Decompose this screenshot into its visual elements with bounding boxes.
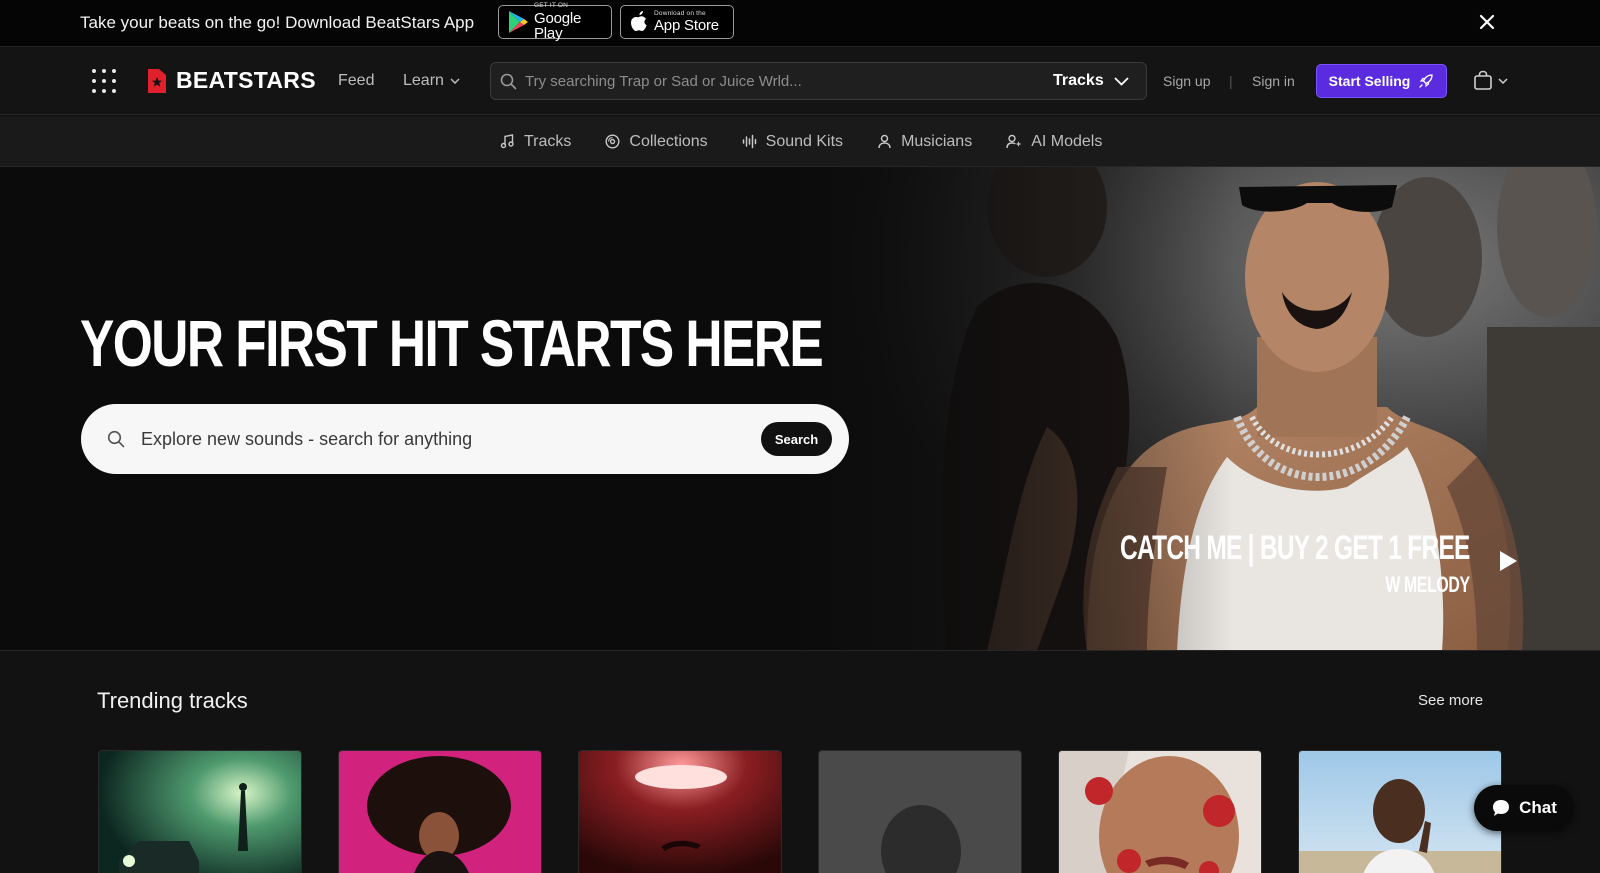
category-ai-models[interactable]: AI Models [1006, 133, 1102, 151]
start-selling-label: Start Selling [1328, 73, 1411, 89]
beatstars-logo-icon [148, 68, 166, 93]
search-type-dropdown[interactable]: Tracks [1053, 72, 1129, 90]
waveform-icon [742, 134, 756, 149]
chevron-down-icon [1114, 76, 1129, 86]
cart-menu[interactable] [1473, 70, 1508, 91]
track-artwork-image [579, 751, 781, 873]
google-play-small: GET IT ON [534, 2, 569, 10]
search-type-label: Tracks [1053, 72, 1104, 89]
beatstars-logo[interactable]: BEATSTARS [146, 67, 316, 94]
chat-bubble-icon [1493, 800, 1510, 816]
music-note-icon [500, 134, 514, 149]
rocket-icon [1419, 74, 1433, 88]
see-more-link[interactable]: See more [1418, 692, 1483, 709]
sign-up-link[interactable]: Sign up [1163, 73, 1210, 89]
track-card-artwork[interactable] [818, 750, 1022, 873]
hero-title: YOUR FIRST HIT STARTS HERE [80, 306, 824, 380]
track-card-artwork[interactable] [578, 750, 782, 873]
apps-grid-icon[interactable] [92, 69, 116, 93]
featured-promo-caption[interactable]: CATCH ME | BUY 2 GET 1 FREE W MELODY [984, 529, 1470, 598]
apple-icon [631, 11, 647, 31]
category-musicians[interactable]: Musicians [877, 133, 972, 151]
chevron-down-icon [450, 78, 460, 84]
category-label: Musicians [901, 132, 973, 150]
category-sound-kits[interactable]: Sound Kits [742, 133, 843, 151]
sign-in-link[interactable]: Sign in [1252, 73, 1295, 89]
person-icon [878, 134, 891, 149]
nav-learn[interactable]: Learn [403, 72, 460, 90]
category-label: Sound Kits [765, 132, 844, 150]
nav-feed[interactable]: Feed [338, 72, 374, 90]
avatar-placeholder-icon [819, 751, 1021, 873]
promo-line-2: W MELODY [1385, 572, 1471, 597]
category-collections[interactable]: Collections [605, 132, 708, 151]
header-search-bar: Tracks [490, 62, 1147, 100]
promo-text: Take your beats on the go! Download Beat… [80, 13, 475, 32]
search-icon [500, 73, 517, 90]
category-label: AI Models [1031, 132, 1103, 150]
nav-learn-label: Learn [403, 72, 444, 89]
app-store-button[interactable]: Download on the App Store [620, 5, 734, 39]
google-play-big: Google Play [534, 9, 582, 42]
start-selling-button[interactable]: Start Selling [1316, 64, 1447, 98]
chat-label: Chat [1519, 798, 1557, 817]
hero-banner: YOUR FIRST HIT STARTS HERE Search CATCH … [0, 167, 1600, 651]
hero-search-bar: Search [81, 404, 849, 474]
app-promo-bar: Take your beats on the go! Download Beat… [0, 0, 1600, 47]
header-search-input[interactable] [525, 63, 1005, 99]
google-play-button[interactable]: GET IT ON Google Play [498, 2, 612, 42]
auth-separator: | [1229, 73, 1233, 89]
chevron-down-icon [1498, 77, 1508, 84]
google-play-icon [509, 11, 528, 33]
hero-search-button[interactable]: Search [761, 422, 832, 456]
track-card-artwork[interactable] [1058, 750, 1262, 873]
category-tracks[interactable]: Tracks [500, 133, 571, 151]
hero-search-input[interactable] [141, 404, 741, 474]
track-card-artwork[interactable] [98, 750, 302, 873]
search-icon [107, 430, 125, 448]
trending-section-title: Trending tracks [97, 688, 248, 713]
chat-button[interactable]: Chat [1474, 785, 1574, 831]
main-header: BEATSTARS Feed Learn Tracks Sign up | Si… [0, 47, 1600, 115]
app-store-big: App Store [654, 17, 719, 35]
promo-line-1: CATCH ME | BUY 2 GET 1 FREE [1120, 529, 1470, 567]
track-artwork-image [1059, 751, 1261, 873]
ai-person-icon [1006, 134, 1022, 149]
category-label: Tracks [524, 132, 572, 150]
track-artwork-image [339, 751, 541, 873]
track-card-artwork[interactable] [338, 750, 542, 873]
category-nav: Tracks Collections Sound Kits Musicians … [0, 116, 1600, 167]
close-icon[interactable] [1476, 11, 1498, 33]
play-icon[interactable] [1497, 549, 1519, 573]
track-card-artwork[interactable] [1298, 750, 1502, 873]
logo-text: BEATSTARS [176, 67, 316, 93]
track-artwork-image [1299, 751, 1501, 873]
track-artwork-image [99, 751, 301, 873]
shopping-bag-icon [1474, 70, 1492, 90]
category-label: Collections [629, 132, 708, 150]
vinyl-icon [605, 134, 620, 149]
